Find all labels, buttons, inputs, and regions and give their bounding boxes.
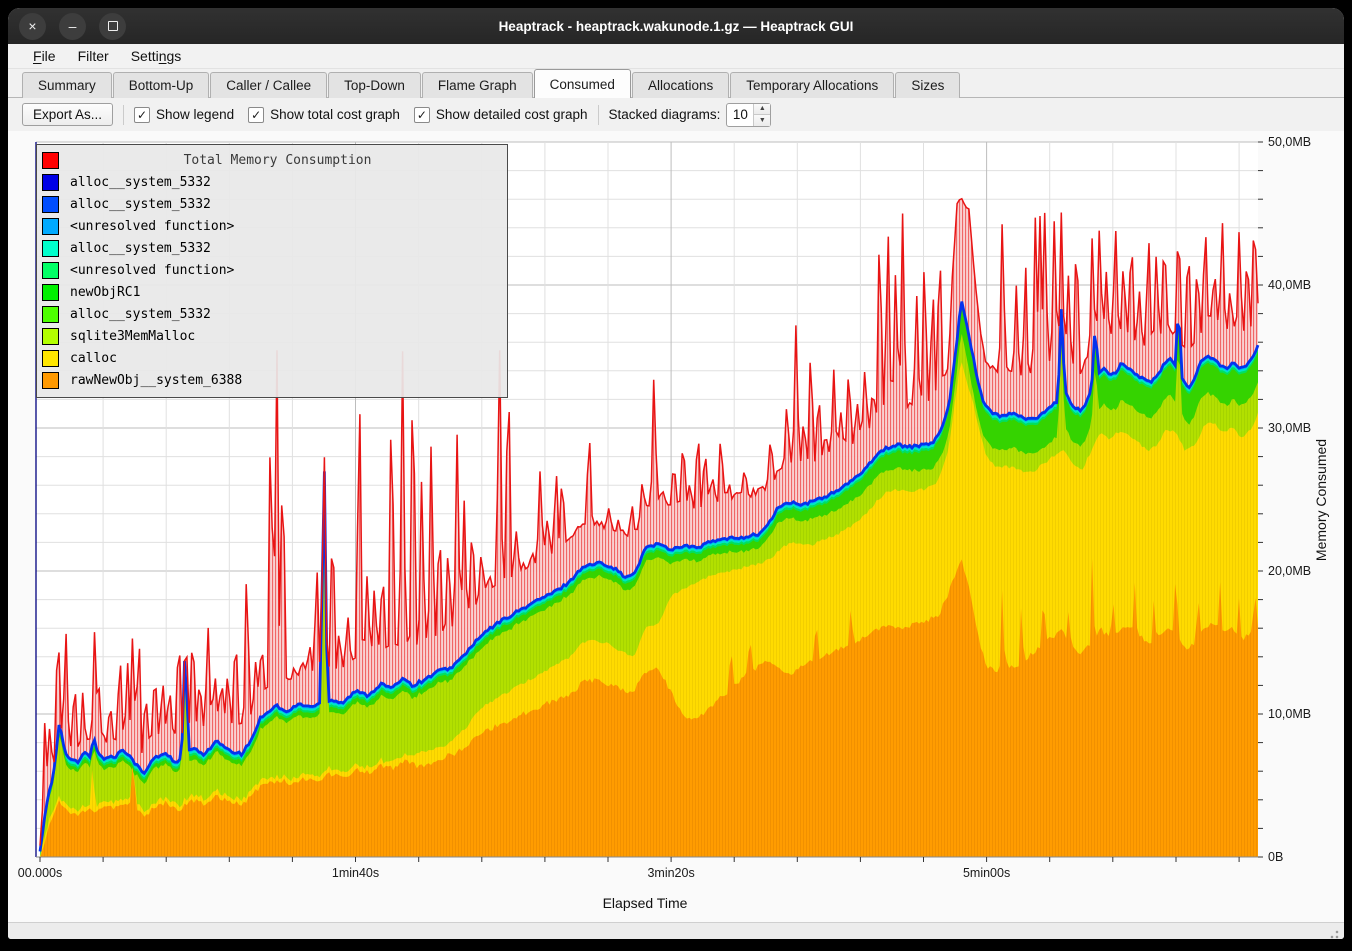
x-tick-label: 1min40s bbox=[332, 866, 379, 880]
legend-label: <unresolved function> bbox=[70, 263, 234, 278]
checkmark-icon: ✓ bbox=[248, 107, 264, 123]
tab-bottom-up[interactable]: Bottom-Up bbox=[113, 72, 210, 98]
legend-item: alloc__system_5332 bbox=[37, 193, 507, 215]
tab-top-down[interactable]: Top-Down bbox=[328, 72, 421, 98]
consumed-chart-area: 00.000s 1min40s 3min20s 5min00s 0B 10,0MB 20,0… bbox=[8, 131, 1344, 922]
toolbar-separator bbox=[598, 105, 599, 125]
legend-item: alloc__system_5332 bbox=[37, 303, 507, 325]
toolbar: Export As... ✓ Show legend ✓ Show total cos… bbox=[8, 98, 1344, 131]
tab-caller-callee[interactable]: Caller / Callee bbox=[210, 72, 327, 98]
close-icon: × bbox=[28, 19, 36, 33]
legend-swatch bbox=[42, 218, 59, 235]
window-title: Heaptrack - heaptrack.wakunode.1.gz — He… bbox=[8, 19, 1344, 34]
tab-sizes[interactable]: Sizes bbox=[895, 72, 960, 98]
application-window: × – Heaptrack - heaptrack.wakunode.1.gz … bbox=[8, 8, 1344, 939]
legend-title-row: Total Memory Consumption bbox=[37, 149, 507, 171]
checkbox-label: Show legend bbox=[156, 107, 234, 122]
legend-label: sqlite3MemMalloc bbox=[70, 329, 195, 344]
x-tick-label: 5min00s bbox=[963, 866, 1010, 880]
legend-swatch bbox=[42, 372, 59, 389]
y-axis-title: Memory Consumed bbox=[1313, 439, 1329, 561]
legend-swatch bbox=[42, 328, 59, 345]
menu-item-file[interactable]: File bbox=[24, 47, 65, 65]
legend-label: <unresolved function> bbox=[70, 219, 234, 234]
stacked-diagrams-value[interactable]: 10 bbox=[727, 104, 753, 126]
y-tick-label: 0B bbox=[1268, 850, 1283, 864]
y-tick-label: 50,0MB bbox=[1268, 135, 1311, 149]
minimize-icon: – bbox=[69, 19, 77, 33]
legend-item: calloc bbox=[37, 347, 507, 369]
checkmark-icon: ✓ bbox=[414, 107, 430, 123]
legend-swatch bbox=[42, 350, 59, 367]
legend-item: rawNewObj__system_6388 bbox=[37, 369, 507, 391]
legend-label: alloc__system_5332 bbox=[70, 307, 211, 322]
checkbox-label: Show detailed cost graph bbox=[436, 107, 588, 122]
checkbox-label: Show total cost graph bbox=[270, 107, 400, 122]
legend-swatch bbox=[42, 284, 59, 301]
tab-summary[interactable]: Summary bbox=[22, 72, 112, 98]
toolbar-separator bbox=[123, 105, 124, 125]
titlebar: × – Heaptrack - heaptrack.wakunode.1.gz … bbox=[8, 8, 1344, 44]
legend-swatch bbox=[42, 240, 59, 257]
checkbox-show-detailed-cost-graph[interactable]: ✓ Show detailed cost graph bbox=[414, 107, 588, 123]
menubar: FileFilterSettings bbox=[8, 44, 1344, 69]
legend-swatch bbox=[42, 196, 59, 213]
checkbox-show-total-cost-graph[interactable]: ✓ Show total cost graph bbox=[248, 107, 400, 123]
legend-swatch bbox=[42, 306, 59, 323]
legend-label: alloc__system_5332 bbox=[70, 197, 211, 212]
legend-label: calloc bbox=[70, 351, 117, 366]
resize-grip[interactable] bbox=[1327, 930, 1339, 939]
legend-item: <unresolved function> bbox=[37, 215, 507, 237]
close-button[interactable]: × bbox=[19, 13, 46, 40]
legend-item: alloc__system_5332 bbox=[37, 171, 507, 193]
y-tick-label: 20,0MB bbox=[1268, 564, 1311, 578]
checkmark-icon: ✓ bbox=[134, 107, 150, 123]
maximize-icon bbox=[108, 21, 118, 31]
legend-label: rawNewObj__system_6388 bbox=[70, 373, 242, 388]
checkbox-show-legend[interactable]: ✓ Show legend bbox=[134, 107, 234, 123]
legend-label: alloc__system_5332 bbox=[70, 175, 211, 190]
menu-item-filter[interactable]: Filter bbox=[69, 47, 118, 65]
spinner-down-icon[interactable]: ▼ bbox=[754, 114, 770, 126]
x-tick-label: 00.000s bbox=[18, 866, 62, 880]
tab-temporary-allocations[interactable]: Temporary Allocations bbox=[730, 72, 894, 98]
status-bar bbox=[8, 922, 1344, 939]
x-axis-title: Elapsed Time bbox=[603, 895, 688, 911]
legend-item: alloc__system_5332 bbox=[37, 237, 507, 259]
menu-item-settings[interactable]: Settings bbox=[122, 47, 191, 65]
y-tick-label: 30,0MB bbox=[1268, 421, 1311, 435]
tab-consumed[interactable]: Consumed bbox=[534, 69, 631, 98]
minimize-button[interactable]: – bbox=[59, 13, 86, 40]
legend-item: newObjRC1 bbox=[37, 281, 507, 303]
legend-swatch bbox=[42, 262, 59, 279]
legend-label: alloc__system_5332 bbox=[70, 241, 211, 256]
export-as-button[interactable]: Export As... bbox=[22, 103, 113, 126]
y-tick-label: 40,0MB bbox=[1268, 278, 1311, 292]
legend-label: Total Memory Consumption bbox=[48, 153, 507, 168]
stacked-diagrams-label: Stacked diagrams: bbox=[609, 107, 721, 122]
legend-swatch bbox=[42, 174, 59, 191]
tab-bar: SummaryBottom-UpCaller / CalleeTop-DownF… bbox=[8, 69, 1344, 98]
spinner-up-icon[interactable]: ▲ bbox=[754, 104, 770, 115]
chart-legend: Total Memory Consumption alloc__system_53… bbox=[36, 144, 508, 398]
y-tick-label: 10,0MB bbox=[1268, 707, 1311, 721]
maximize-button[interactable] bbox=[99, 13, 126, 40]
legend-label: newObjRC1 bbox=[70, 285, 140, 300]
tab-allocations[interactable]: Allocations bbox=[632, 72, 729, 98]
tab-flame-graph[interactable]: Flame Graph bbox=[422, 72, 533, 98]
x-tick-label: 3min20s bbox=[647, 866, 694, 880]
legend-item: <unresolved function> bbox=[37, 259, 507, 281]
legend-item: sqlite3MemMalloc bbox=[37, 325, 507, 347]
stacked-diagrams-stepper[interactable]: 10 ▲ ▼ bbox=[726, 103, 771, 127]
